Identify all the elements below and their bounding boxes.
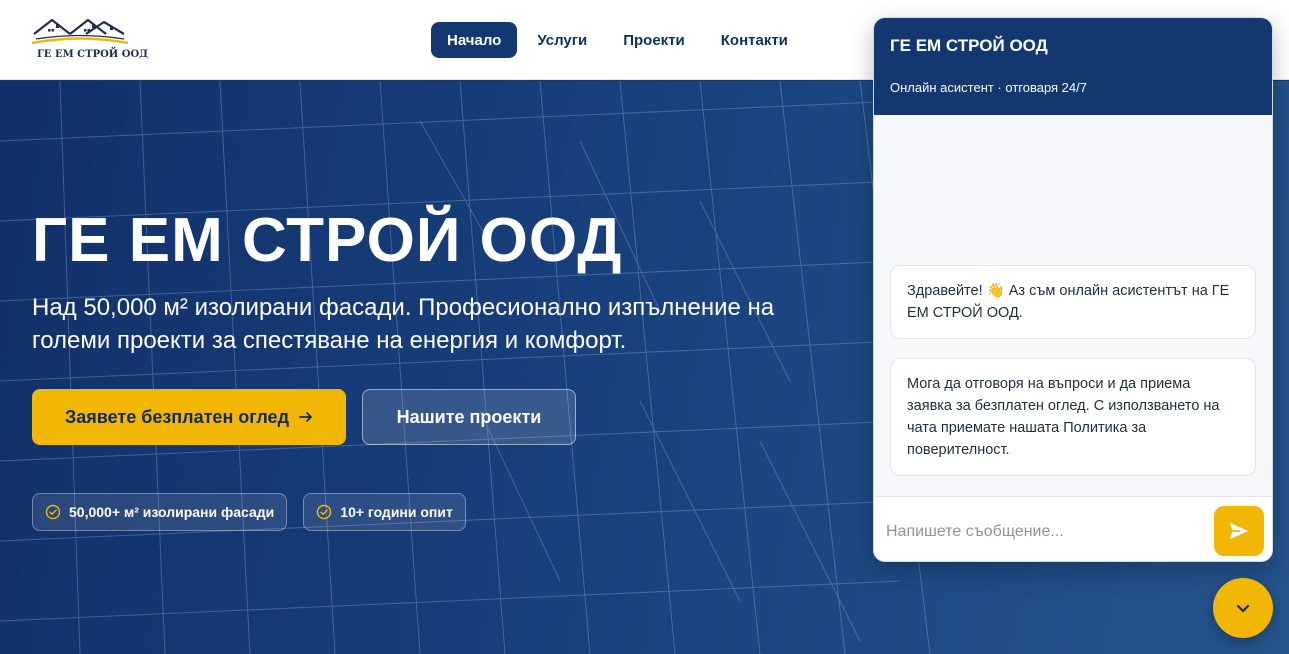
chat-header: ГЕ ЕМ СТРОЙ ООД Онлайн асистент · отгова… bbox=[874, 18, 1272, 115]
badge-facades-text: 50,000+ м² изолирани фасади bbox=[69, 504, 275, 520]
chat-input-row bbox=[874, 496, 1272, 561]
main-nav: Начало Услуги Проекти Контакти bbox=[431, 22, 804, 58]
badge-facades: 50,000+ м² изолирани фасади bbox=[32, 493, 288, 531]
chat-message: Здравейте! 👋 Аз съм онлайн асистентът на… bbox=[890, 265, 1256, 339]
logo-text: ГЕ ЕМ СТРОЙ ООД bbox=[37, 49, 149, 60]
hero-subtitle: Над 50,000 м² изолирани фасади. Професио… bbox=[32, 294, 775, 354]
chat-toggle-button[interactable] bbox=[1213, 578, 1273, 638]
our-projects-button[interactable]: Нашите проекти bbox=[362, 389, 576, 445]
chat-message-input[interactable] bbox=[886, 517, 1206, 547]
chat-status: Онлайн асистент · отговаря 24/7 bbox=[890, 80, 1087, 95]
chat-widget: ГЕ ЕМ СТРОЙ ООД Онлайн асистент · отгова… bbox=[873, 17, 1273, 562]
arrow-right-icon bbox=[299, 412, 312, 422]
chat-title: ГЕ ЕМ СТРОЙ ООД bbox=[890, 36, 1048, 55]
send-button[interactable] bbox=[1214, 506, 1264, 556]
nav-item-contacts[interactable]: Контакти bbox=[705, 22, 804, 58]
request-inspection-label: Заявете безплатен оглед bbox=[65, 406, 289, 427]
nav-item-services[interactable]: Услуги bbox=[521, 22, 603, 58]
nav-item-projects[interactable]: Проекти bbox=[607, 22, 701, 58]
our-projects-label: Нашите проекти bbox=[396, 406, 542, 427]
chevron-down-icon bbox=[1236, 604, 1250, 613]
check-circle-icon bbox=[45, 504, 61, 520]
nav-item-home[interactable]: Начало bbox=[431, 22, 518, 58]
badge-experience: 10+ години опит bbox=[303, 493, 466, 531]
badge-experience-text: 10+ години опит bbox=[340, 504, 453, 520]
house-logo-icon bbox=[31, 18, 129, 45]
chat-message: Мога да отговоря на въпроси и да приема … bbox=[890, 358, 1256, 476]
hero-title: ГЕ ЕМ СТРОЙ ООД bbox=[32, 206, 623, 275]
hero-badges: 50,000+ м² изолирани фасади 10+ години о… bbox=[32, 493, 466, 531]
chat-messages[interactable]: Здравейте! 👋 Аз съм онлайн асистентът на… bbox=[874, 115, 1272, 496]
request-inspection-button[interactable]: Заявете безплатен оглед bbox=[32, 389, 346, 445]
company-logo[interactable]: ГЕ ЕМ СТРОЙ ООД bbox=[30, 14, 148, 66]
check-circle-icon bbox=[317, 504, 332, 520]
send-icon bbox=[1229, 522, 1249, 540]
